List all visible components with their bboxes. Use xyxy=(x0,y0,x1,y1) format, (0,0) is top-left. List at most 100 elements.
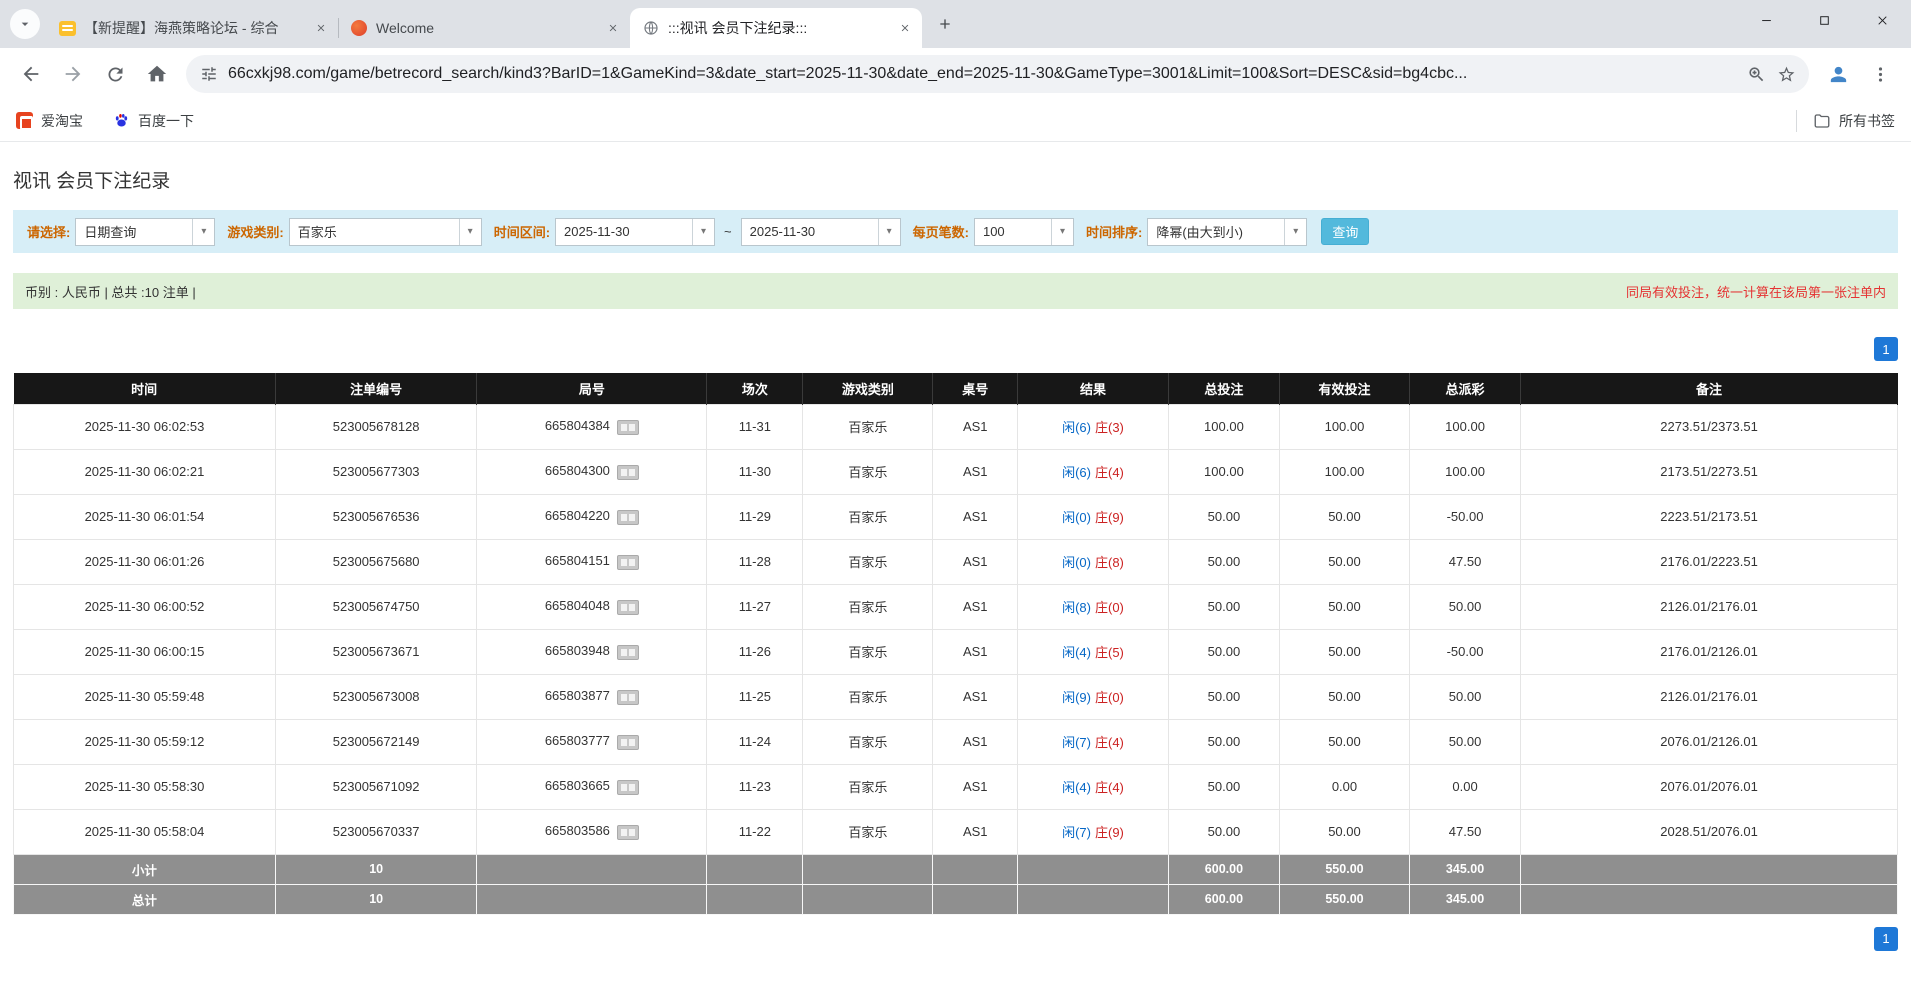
empty-cell xyxy=(1018,884,1169,914)
total-bet-link[interactable]: 50.00 xyxy=(1168,629,1279,674)
total-bet-link[interactable]: 100.00 xyxy=(1168,404,1279,449)
tab-forum[interactable]: 【新提醒】海燕策略论坛 - 综合 xyxy=(46,8,338,48)
payout: 47.50 xyxy=(1409,809,1520,854)
view-cards-icon[interactable] xyxy=(617,555,639,570)
valid-bet: 50.00 xyxy=(1279,584,1409,629)
bet-id: 523005675680 xyxy=(275,539,477,584)
view-cards-icon[interactable] xyxy=(617,510,639,525)
bet-time: 2025-11-30 06:02:53 xyxy=(14,404,276,449)
result-banker: 庄(3) xyxy=(1095,420,1124,435)
query-type-select[interactable]: 日期查询 ▾ xyxy=(75,218,215,246)
round-cell: 665803877 xyxy=(477,674,707,719)
total-bet-link[interactable]: 50.00 xyxy=(1168,764,1279,809)
zoom-icon[interactable] xyxy=(1741,59,1771,89)
total-count: 10 xyxy=(275,884,477,914)
view-cards-icon[interactable] xyxy=(617,690,639,705)
view-cards-icon[interactable] xyxy=(617,825,639,840)
reload-button[interactable] xyxy=(96,55,134,93)
bookmark-star-icon[interactable] xyxy=(1771,59,1801,89)
session-number: 11-24 xyxy=(707,719,803,764)
view-cards-icon[interactable] xyxy=(617,645,639,660)
session-number: 11-27 xyxy=(707,584,803,629)
page-number-button[interactable]: 1 xyxy=(1874,337,1898,361)
balance-note: 2223.51/2173.51 xyxy=(1521,494,1898,539)
game-type-cell: 百家乐 xyxy=(803,539,933,584)
total-bet-link[interactable]: 50.00 xyxy=(1168,494,1279,539)
bookmark-taobao[interactable]: 爱淘宝 xyxy=(16,111,83,131)
view-cards-icon[interactable] xyxy=(617,420,639,435)
total-bet-link[interactable]: 100.00 xyxy=(1168,449,1279,494)
round-cell: 665804220 xyxy=(477,494,707,539)
bet-records-table: 时间 注单编号 局号 场次 游戏类别 桌号 结果 总投注 有效投注 总派彩 备注… xyxy=(13,373,1898,915)
total-bet-link[interactable]: 50.00 xyxy=(1168,719,1279,764)
table-number: AS1 xyxy=(933,584,1018,629)
round-cell: 665804151 xyxy=(477,539,707,584)
bookmark-baidu[interactable]: 百度一下 xyxy=(113,111,194,131)
query-type-value: 日期查询 xyxy=(76,222,192,241)
view-cards-icon[interactable] xyxy=(617,465,639,480)
total-bet-link[interactable]: 50.00 xyxy=(1168,809,1279,854)
payout: 100.00 xyxy=(1409,404,1520,449)
close-icon[interactable] xyxy=(895,19,914,38)
date-start-value: 2025-11-30 xyxy=(556,224,692,239)
bet-time: 2025-11-30 05:58:30 xyxy=(14,764,276,809)
game-type-cell: 百家乐 xyxy=(803,674,933,719)
close-window-button[interactable] xyxy=(1853,0,1911,40)
result-banker: 庄(0) xyxy=(1095,690,1124,705)
maximize-button[interactable] xyxy=(1795,0,1853,40)
date-end-select[interactable]: 2025-11-30 ▾ xyxy=(741,218,901,246)
new-tab-button[interactable] xyxy=(930,9,960,39)
tune-icon[interactable] xyxy=(200,65,218,83)
chevron-down-icon: ▾ xyxy=(1284,219,1306,245)
total-bet-link[interactable]: 50.00 xyxy=(1168,539,1279,584)
col-round: 局号 xyxy=(477,373,707,404)
forward-button[interactable] xyxy=(54,55,92,93)
col-game-type: 游戏类别 xyxy=(803,373,933,404)
col-total-bet: 总投注 xyxy=(1168,373,1279,404)
result-cell: 闲(7)庄(4) xyxy=(1018,719,1169,764)
search-button[interactable]: 查询 xyxy=(1321,218,1369,245)
tab-welcome[interactable]: Welcome xyxy=(338,8,630,48)
balance-note: 2076.01/2076.01 xyxy=(1521,764,1898,809)
navigation-bar: 66cxkj98.com/game/betrecord_search/kind3… xyxy=(0,48,1911,100)
bet-id: 523005673671 xyxy=(275,629,477,674)
round-number: 665804300 xyxy=(545,463,610,478)
payout: 50.00 xyxy=(1409,719,1520,764)
menu-icon[interactable] xyxy=(1861,55,1899,93)
round-number: 665803948 xyxy=(545,643,610,658)
back-button[interactable] xyxy=(12,55,50,93)
round-cell: 665803665 xyxy=(477,764,707,809)
sort-select[interactable]: 降幂(由大到小) ▾ xyxy=(1147,218,1307,246)
minimize-button[interactable] xyxy=(1737,0,1795,40)
balance-note: 2176.01/2126.01 xyxy=(1521,629,1898,674)
tab-strip: 【新提醒】海燕策略论坛 - 综合 Welcome :::视讯 会员下注纪录::: xyxy=(0,0,1911,48)
view-cards-icon[interactable] xyxy=(617,780,639,795)
view-cards-icon[interactable] xyxy=(617,600,639,615)
game-type-select[interactable]: 百家乐 ▾ xyxy=(289,218,482,246)
balance-note: 2126.01/2176.01 xyxy=(1521,584,1898,629)
chevron-down-icon: ▾ xyxy=(192,219,214,245)
bet-id: 523005674750 xyxy=(275,584,477,629)
bet-time: 2025-11-30 06:00:52 xyxy=(14,584,276,629)
date-start-select[interactable]: 2025-11-30 ▾ xyxy=(555,218,715,246)
view-cards-icon[interactable] xyxy=(617,735,639,750)
close-icon[interactable] xyxy=(311,19,330,38)
total-bet-link[interactable]: 50.00 xyxy=(1168,584,1279,629)
bet-time: 2025-11-30 05:59:12 xyxy=(14,719,276,764)
balance-note: 2176.01/2223.51 xyxy=(1521,539,1898,584)
total-bet-link[interactable]: 50.00 xyxy=(1168,674,1279,719)
tab-bet-records[interactable]: :::视讯 会员下注纪录::: xyxy=(630,8,922,48)
address-bar[interactable]: 66cxkj98.com/game/betrecord_search/kind3… xyxy=(186,55,1809,93)
tab-search-button[interactable] xyxy=(10,9,40,39)
profile-icon[interactable] xyxy=(1819,55,1857,93)
close-icon[interactable] xyxy=(603,19,622,38)
game-type-cell: 百家乐 xyxy=(803,764,933,809)
sort-value: 降幂(由大到小) xyxy=(1148,222,1284,241)
valid-bet: 100.00 xyxy=(1279,449,1409,494)
per-page-select[interactable]: 100 ▾ xyxy=(974,218,1074,246)
table-header-row: 时间 注单编号 局号 场次 游戏类别 桌号 结果 总投注 有效投注 总派彩 备注 xyxy=(14,373,1898,404)
empty-cell xyxy=(1018,854,1169,884)
home-button[interactable] xyxy=(138,55,176,93)
page-number-button[interactable]: 1 xyxy=(1874,927,1898,951)
all-bookmarks-button[interactable]: 所有书签 xyxy=(1813,111,1895,131)
